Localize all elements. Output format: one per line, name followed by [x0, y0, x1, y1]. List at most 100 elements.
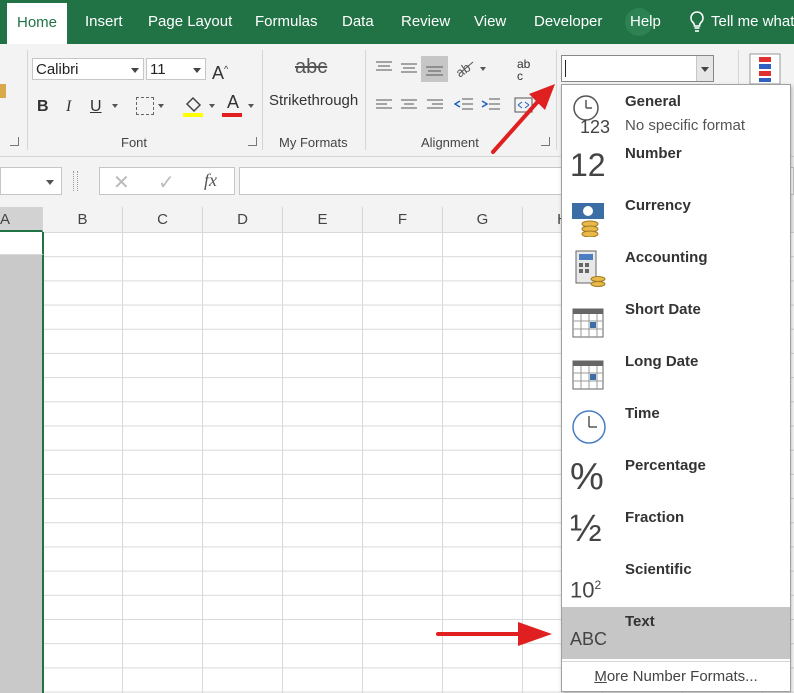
format-name: Percentage: [625, 457, 706, 474]
format-name: Short Date: [625, 301, 701, 318]
scientific-icon: 102: [570, 561, 610, 605]
chevron-down-icon[interactable]: [193, 68, 201, 73]
column-header-g[interactable]: G: [443, 207, 523, 232]
format-name: Long Date: [625, 353, 699, 370]
format-option-accounting[interactable]: Accounting: [562, 243, 790, 295]
format-name: Fraction: [625, 509, 685, 526]
clock-icon: [572, 410, 606, 444]
calendar-icon: [572, 360, 604, 390]
scientific-base: 10: [570, 577, 595, 603]
enter-icon[interactable]: ✓: [158, 170, 175, 195]
text-cursor: [565, 60, 566, 77]
format-option-scientific[interactable]: 102 Scientific: [562, 555, 790, 607]
tab-formulas[interactable]: Formulas: [255, 13, 318, 31]
general-glyph: 123: [580, 117, 610, 133]
clipboard-launcher-icon[interactable]: [10, 137, 19, 146]
insert-function-icon[interactable]: fx: [204, 170, 217, 191]
selected-column-a[interactable]: [0, 232, 44, 693]
font-size-combo[interactable]: 11: [146, 58, 206, 80]
tell-me-box[interactable]: Tell me what: [711, 13, 794, 31]
scientific-exponent: 2: [594, 578, 602, 592]
tab-insert[interactable]: Insert: [85, 13, 123, 31]
svg-text:ab: ab: [455, 60, 473, 78]
borders-icon[interactable]: [136, 97, 154, 115]
column-header-c[interactable]: C: [123, 207, 203, 232]
ribbon-separator: [27, 50, 28, 150]
format-option-short-date[interactable]: Short Date: [562, 295, 790, 347]
format-option-fraction[interactable]: ½ Fraction: [562, 503, 790, 555]
format-option-percentage[interactable]: % Percentage: [562, 451, 790, 503]
active-cell[interactable]: [0, 232, 44, 255]
fill-color-icon[interactable]: [183, 94, 205, 123]
more-number-formats-link[interactable]: More Number Formats...: [562, 661, 790, 692]
name-box[interactable]: [0, 167, 62, 195]
column-header-d[interactable]: D: [203, 207, 283, 232]
tab-review[interactable]: Review: [401, 13, 450, 31]
align-middle-icon[interactable]: [400, 62, 418, 81]
wrap-text-icon[interactable]: ab c: [517, 58, 530, 82]
decrease-indent-icon[interactable]: [453, 97, 474, 118]
number-format-dropdown-button[interactable]: [696, 56, 713, 81]
chevron-down-icon[interactable]: [209, 104, 215, 108]
strikethrough-button[interactable]: Strikethrough: [269, 92, 358, 110]
alignment-group-label: Alignment: [421, 135, 479, 150]
chevron-down-icon[interactable]: [701, 67, 709, 72]
tab-page-layout[interactable]: Page Layout: [148, 13, 232, 31]
chevron-down-icon[interactable]: [480, 67, 486, 71]
format-description: No specific format: [625, 117, 746, 134]
number-format-combo[interactable]: [561, 55, 714, 82]
calendar-icon: [572, 308, 604, 338]
grow-font-button[interactable]: A^: [212, 60, 228, 82]
chevron-down-icon[interactable]: [112, 104, 118, 108]
strikethrough-sample[interactable]: abc: [295, 57, 327, 77]
clock-123-icon: 123: [573, 95, 610, 133]
format-option-time[interactable]: Time: [562, 399, 790, 451]
format-option-currency[interactable]: Currency: [562, 191, 790, 243]
format-option-number[interactable]: 12 Number: [562, 139, 790, 191]
format-option-long-date[interactable]: Long Date: [562, 347, 790, 399]
tab-view[interactable]: View: [474, 13, 506, 31]
tab-home[interactable]: Home: [7, 3, 68, 44]
column-header-a[interactable]: A: [0, 207, 43, 232]
orientation-icon[interactable]: ab: [453, 58, 475, 83]
font-color-glyph: A: [226, 92, 239, 112]
cancel-icon[interactable]: ✕: [113, 170, 130, 195]
italic-button[interactable]: I: [66, 98, 71, 116]
chevron-down-icon[interactable]: [158, 104, 164, 108]
chevron-down-icon[interactable]: [131, 68, 139, 73]
format-option-general[interactable]: 123 General No specific format: [562, 87, 790, 139]
underline-button[interactable]: U: [90, 98, 102, 116]
bold-button[interactable]: B: [37, 98, 49, 116]
paste-icon-remnant: [0, 84, 6, 98]
column-header-e[interactable]: E: [283, 207, 363, 232]
formula-bar-grip[interactable]: [73, 171, 78, 191]
number-format-dropdown: 123 General No specific format 12 Number…: [561, 84, 791, 692]
font-name-combo[interactable]: Calibri: [32, 58, 144, 80]
format-name: Text: [625, 613, 655, 630]
chevron-down-icon[interactable]: [248, 104, 254, 108]
align-right-icon[interactable]: [426, 98, 444, 117]
format-name: Number: [625, 145, 682, 162]
ribbon-tab-bar: Home Insert Page Layout Formulas Data Re…: [0, 0, 794, 44]
fraction-icon: ½: [570, 508, 602, 550]
tab-data[interactable]: Data: [342, 13, 374, 31]
format-name: Time: [625, 405, 660, 422]
align-center-icon[interactable]: [400, 98, 418, 117]
more-number-formats-label: ore Number Formats...: [606, 668, 758, 685]
align-left-icon[interactable]: [375, 98, 393, 117]
accounting-icon: [575, 250, 606, 287]
align-bottom-icon[interactable]: [421, 56, 448, 82]
align-top-icon[interactable]: [375, 60, 393, 79]
formula-controls: ✕ ✓ fx: [99, 167, 235, 195]
tab-developer[interactable]: Developer: [534, 13, 602, 31]
more-number-formats-underline: M: [594, 668, 607, 685]
font-size-value: 11: [150, 61, 166, 78]
column-header-b[interactable]: B: [43, 207, 123, 232]
tab-help[interactable]: Help: [630, 13, 661, 31]
font-color-icon[interactable]: A: [222, 93, 244, 117]
font-launcher-icon[interactable]: [248, 137, 257, 146]
format-option-text[interactable]: ABC Text: [562, 607, 790, 659]
chevron-down-icon[interactable]: [46, 180, 54, 185]
column-header-f[interactable]: F: [363, 207, 443, 232]
lightbulb-icon: [689, 11, 705, 38]
